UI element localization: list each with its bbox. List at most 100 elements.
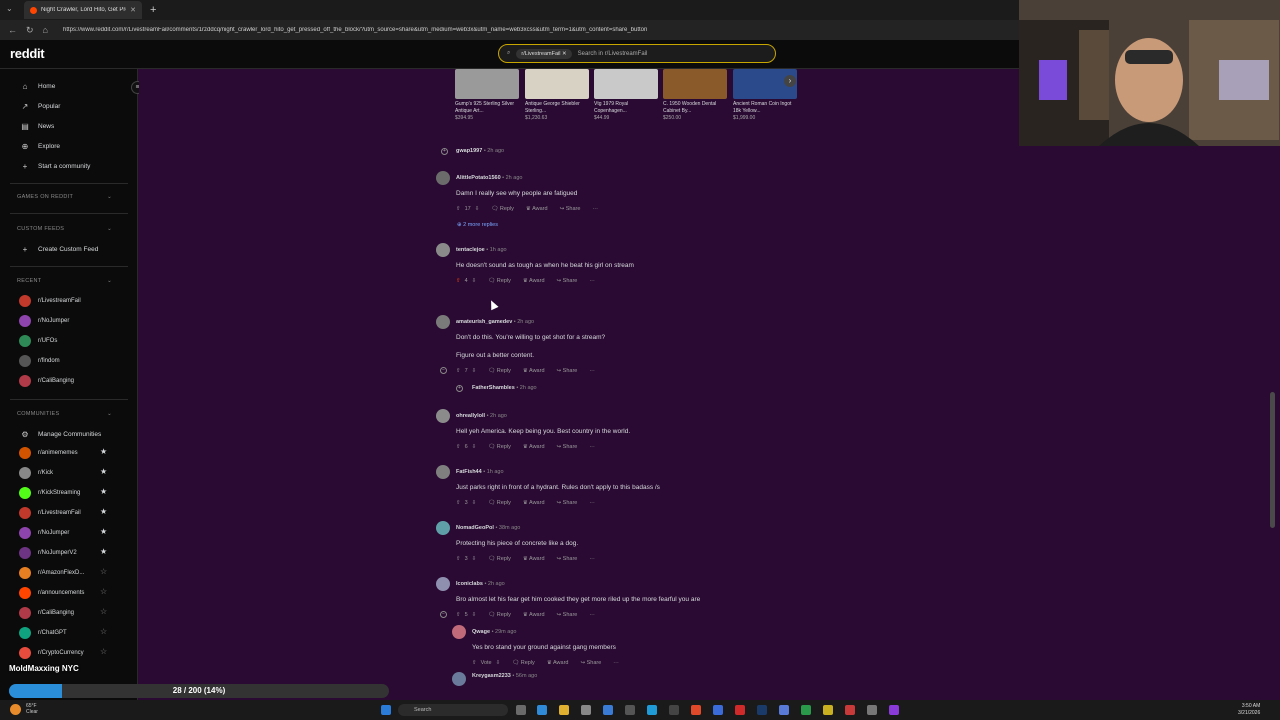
- sidebar-item-popular[interactable]: ↗ Popular: [0, 97, 138, 115]
- reply-button[interactable]: 🗨 Reply: [488, 500, 511, 506]
- taskbar-search[interactable]: Search: [398, 704, 508, 716]
- app-icon[interactable]: [845, 705, 855, 715]
- create-custom-feed[interactable]: + Create Custom Feed: [0, 240, 138, 258]
- comment-author[interactable]: Iconiclabs • 2h ago: [456, 581, 505, 587]
- comment-author[interactable]: ohreallyloll • 2h ago: [456, 413, 507, 419]
- task-view-icon[interactable]: [516, 705, 526, 715]
- award-button[interactable]: ♛ Award: [523, 556, 545, 562]
- url-field[interactable]: https://www.reddit.com/r/LivestreamFail/…: [63, 27, 753, 33]
- star-outline-icon[interactable]: ☆: [100, 647, 107, 656]
- star-filled-icon[interactable]: ★: [100, 467, 107, 476]
- avatar[interactable]: [436, 171, 450, 185]
- comment-author[interactable]: Qwage • 29m ago: [472, 629, 516, 635]
- star-outline-icon[interactable]: ☆: [100, 607, 107, 616]
- more-replies-link[interactable]: ⊕ 2 more replies: [457, 222, 498, 228]
- community-animememes[interactable]: r/animememes: [38, 450, 78, 456]
- recent-ufos[interactable]: r/UFOs: [38, 338, 57, 344]
- more-options-icon[interactable]: ···: [589, 278, 595, 284]
- sidebar-item-start-community[interactable]: + Start a community: [0, 157, 138, 175]
- vote-control[interactable]: ⇧ 4 ⇩: [456, 278, 476, 284]
- comment-author[interactable]: FatherShambles • 2h ago: [472, 385, 537, 391]
- avatar[interactable]: [436, 577, 450, 591]
- recent-section-header[interactable]: RECENT ⌄: [17, 278, 112, 284]
- vote-control[interactable]: ⇧ 3 ⇩: [456, 500, 476, 506]
- comment-author[interactable]: amateurish_gamedev • 2h ago: [456, 319, 534, 325]
- refresh-icon[interactable]: ↻: [26, 25, 34, 36]
- comment-author[interactable]: Kreygasm2233 • 56m ago: [472, 673, 537, 679]
- community-nojumperv2[interactable]: r/NoJumperV2: [38, 550, 77, 556]
- community-kick[interactable]: r/Kick: [38, 470, 53, 476]
- vote-control[interactable]: ⇧ 3 ⇩: [456, 556, 476, 562]
- comment-author[interactable]: NomadGeoPol • 38m ago: [456, 525, 520, 531]
- search-input[interactable]: ⌕ r/LivestreamFail ✕ Search in r/Livestr…: [498, 44, 776, 63]
- mail-icon[interactable]: [603, 705, 613, 715]
- avatar[interactable]: [436, 409, 450, 423]
- app-icon[interactable]: [867, 705, 877, 715]
- close-tab-icon[interactable]: ✕: [130, 6, 136, 14]
- product-card[interactable]: Antique George Shiebler Sterling... $1,2…: [525, 69, 589, 127]
- award-button[interactable]: ♛ Award: [523, 612, 545, 618]
- community-livestreamfail[interactable]: r/LivestreamFail: [38, 510, 81, 516]
- award-button[interactable]: ♛ Award: [523, 444, 545, 450]
- weather-widget[interactable]: 65°F Clear: [26, 703, 38, 715]
- app-icon[interactable]: [779, 705, 789, 715]
- avatar[interactable]: [452, 672, 466, 686]
- award-button[interactable]: ♛ Award: [523, 368, 545, 374]
- recent-livestreamfail[interactable]: r/LivestreamFail: [38, 298, 81, 304]
- award-button[interactable]: ♛ Award: [526, 206, 548, 212]
- more-options-icon[interactable]: ···: [592, 206, 598, 212]
- comment-author[interactable]: FatFish44 • 1h ago: [456, 469, 504, 475]
- expand-thread-icon[interactable]: +: [441, 148, 448, 155]
- page-scrollbar[interactable]: [1270, 392, 1275, 528]
- award-button[interactable]: ♛ Award: [523, 278, 545, 284]
- more-options-icon[interactable]: ···: [589, 368, 595, 374]
- manage-communities[interactable]: ⚙ Manage Communities: [0, 425, 138, 443]
- app-icon[interactable]: [713, 705, 723, 715]
- reply-button[interactable]: 🗨 Reply: [491, 206, 514, 212]
- reply-button[interactable]: 🗨 Reply: [488, 444, 511, 450]
- recent-calibanging[interactable]: r/CaliBanging: [38, 378, 74, 384]
- recent-findom[interactable]: r/findom: [38, 358, 60, 364]
- star-filled-icon[interactable]: ★: [100, 507, 107, 516]
- reply-button[interactable]: 🗨 Reply: [488, 556, 511, 562]
- star-outline-icon[interactable]: ☆: [100, 567, 107, 576]
- avatar[interactable]: [436, 315, 450, 329]
- store-icon[interactable]: [581, 705, 591, 715]
- custom-feeds-section-header[interactable]: CUSTOM FEEDS ⌄: [17, 226, 112, 232]
- new-tab-icon[interactable]: +: [150, 4, 156, 16]
- star-outline-icon[interactable]: ☆: [100, 627, 107, 636]
- share-button[interactable]: ↪ Share: [557, 368, 578, 374]
- tab-menu-icon[interactable]: ⌄: [6, 4, 13, 13]
- community-amazonflex[interactable]: r/AmazonFlexD...: [38, 570, 84, 576]
- collapse-thread-icon[interactable]: −: [440, 367, 447, 374]
- vote-control[interactable]: ⇧ 5 ⇩: [456, 612, 476, 618]
- community-chatgpt[interactable]: r/ChatGPT: [38, 630, 67, 636]
- communities-section-header[interactable]: COMMUNITIES ⌄: [17, 411, 112, 417]
- app-icon[interactable]: [669, 705, 679, 715]
- vote-control[interactable]: ⇧ 17 ⇩: [456, 206, 479, 212]
- share-button[interactable]: ↪ Share: [557, 500, 578, 506]
- comment-author[interactable]: tentaclejoe • 1h ago: [456, 247, 507, 253]
- vote-control[interactable]: ⇧ 6 ⇩: [456, 444, 476, 450]
- home-button-icon[interactable]: ⌂: [43, 25, 48, 35]
- star-outline-icon[interactable]: ☆: [100, 587, 107, 596]
- reply-button[interactable]: 🗨 Reply: [488, 612, 511, 618]
- games-section-header[interactable]: GAMES ON REDDIT ⌄: [17, 194, 112, 200]
- star-filled-icon[interactable]: ★: [100, 487, 107, 496]
- system-clock[interactable]: 3:50 AM 3/21/2026: [1238, 703, 1260, 717]
- avatar[interactable]: [436, 243, 450, 257]
- star-filled-icon[interactable]: ★: [100, 447, 107, 456]
- share-button[interactable]: ↪ Share: [557, 612, 578, 618]
- youtube-icon[interactable]: [735, 705, 745, 715]
- star-filled-icon[interactable]: ★: [100, 527, 107, 536]
- star-filled-icon[interactable]: ★: [100, 547, 107, 556]
- community-nojumper[interactable]: r/NoJumper: [38, 530, 69, 536]
- reply-button[interactable]: 🗨 Reply: [488, 278, 511, 284]
- reddit-logo[interactable]: reddit: [10, 46, 45, 61]
- comment-author[interactable]: AlittlePotato1560 • 2h ago: [456, 175, 522, 181]
- collapse-thread-icon[interactable]: −: [440, 611, 447, 618]
- search-subreddit-chip[interactable]: r/LivestreamFail ✕: [516, 48, 572, 59]
- more-options-icon[interactable]: ···: [589, 444, 595, 450]
- sidebar-item-news[interactable]: ▤ News: [0, 117, 138, 135]
- app-icon[interactable]: [823, 705, 833, 715]
